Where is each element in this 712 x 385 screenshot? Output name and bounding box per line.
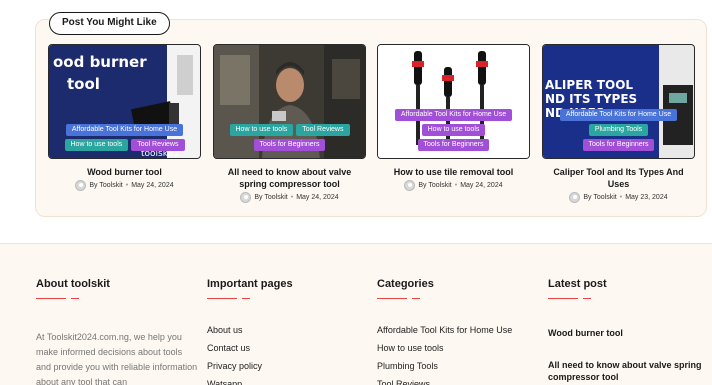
footer-about-text: At Toolskit2024.com.ng, we help you make… bbox=[36, 332, 198, 385]
badge-affordable-tool-kits[interactable]: Affordable Tool Kits for Home Use bbox=[65, 124, 184, 136]
post-card-caliper-tool[interactable]: ALIPER TOOL ND ITS TYPES ND USES Afforda… bbox=[542, 44, 695, 203]
badge-how-to-use-tools[interactable]: How to use tools bbox=[229, 124, 294, 136]
footer-link-watsapp[interactable]: Watsapp bbox=[207, 375, 367, 385]
footer-about-heading: About toolskit bbox=[36, 278, 110, 290]
post-meta: By Toolskit • May 23, 2024 bbox=[542, 192, 695, 203]
thumb-text-line2: ND ITS TYPES bbox=[545, 92, 637, 106]
latest-post-link[interactable]: All need to know about valve spring comp… bbox=[548, 359, 708, 383]
post-thumbnail[interactable]: Affordable Tool Kits for Home Use How to… bbox=[377, 44, 530, 159]
footer-categories-heading: Categories bbox=[377, 278, 434, 290]
post-card-tile-removal[interactable]: Affordable Tool Kits for Home Use How to… bbox=[377, 44, 530, 191]
post-date: May 24, 2024 bbox=[296, 194, 339, 201]
post-meta: By Toolskit • May 24, 2024 bbox=[213, 192, 366, 203]
heading-underline bbox=[207, 298, 367, 299]
post-title[interactable]: All need to know about valve spring comp… bbox=[213, 166, 366, 190]
footer-about-column: About toolskit At Toolskit2024.com.ng, w… bbox=[36, 278, 198, 385]
badge-tools-for-beginners[interactable]: Tools for Beginners bbox=[582, 139, 655, 151]
site-footer: About toolskit At Toolskit2024.com.ng, w… bbox=[0, 243, 712, 385]
badge-tools-for-beginners[interactable]: Tools for Beginners bbox=[253, 139, 326, 151]
badge-tool-reviews[interactable]: Tool Reviews bbox=[296, 124, 350, 136]
meta-separator: • bbox=[290, 194, 294, 201]
author-avatar-icon bbox=[240, 192, 252, 203]
footer-important-heading: Important pages bbox=[207, 278, 293, 290]
meta-separator: • bbox=[619, 194, 623, 201]
author-avatar-icon bbox=[404, 180, 416, 191]
meta-separator: • bbox=[454, 182, 458, 189]
thumb-text-line1: ood burner bbox=[53, 53, 147, 71]
footer-link-privacy-policy[interactable]: Privacy policy bbox=[207, 357, 367, 375]
meta-separator: • bbox=[125, 182, 129, 189]
badge-how-to-use-tools[interactable]: How to use tools bbox=[421, 124, 486, 136]
related-posts-heading: Post You Might Like bbox=[49, 12, 170, 35]
footer-latest-heading: Latest post bbox=[548, 278, 607, 290]
footer-categories-column: Categories Affordable Tool Kits for Home… bbox=[377, 278, 537, 385]
category-badges: Affordable Tool Kits for Home Use How to… bbox=[378, 109, 529, 151]
post-card-valve-spring[interactable]: How to use tools Tool Reviews Tools for … bbox=[213, 44, 366, 203]
post-card-wood-burner[interactable]: ood burner tool toolskit2 Affordable Too… bbox=[48, 44, 201, 191]
post-meta: By Toolskit • May 24, 2024 bbox=[377, 180, 530, 191]
category-badges: How to use tools Tool Reviews Tools for … bbox=[214, 124, 365, 151]
post-author[interactable]: By Toolskit bbox=[254, 194, 287, 201]
post-title[interactable]: Wood burner tool bbox=[48, 166, 201, 178]
footer-category-plumbing[interactable]: Plumbing Tools bbox=[377, 357, 537, 375]
badge-plumbing-tools[interactable]: Plumbing Tools bbox=[588, 124, 649, 136]
author-avatar-icon bbox=[569, 192, 581, 203]
footer-category-reviews[interactable]: Tool Reviews bbox=[377, 375, 537, 385]
post-author[interactable]: By Toolskit bbox=[418, 182, 451, 189]
footer-category-affordable[interactable]: Affordable Tool Kits for Home Use bbox=[377, 321, 537, 339]
post-author[interactable]: By Toolskit bbox=[583, 194, 616, 201]
post-thumbnail[interactable]: ALIPER TOOL ND ITS TYPES ND USES Afforda… bbox=[542, 44, 695, 159]
post-author[interactable]: By Toolskit bbox=[89, 182, 122, 189]
thumb-text-line1: ALIPER TOOL bbox=[545, 78, 633, 92]
post-title[interactable]: Caliper Tool and Its Types And Uses bbox=[542, 166, 695, 190]
footer-link-about-us[interactable]: About us bbox=[207, 321, 367, 339]
post-thumbnail[interactable]: ood burner tool toolskit2 Affordable Too… bbox=[48, 44, 201, 159]
author-avatar-icon bbox=[75, 180, 87, 191]
badge-affordable-tool-kits[interactable]: Affordable Tool Kits for Home Use bbox=[559, 109, 678, 121]
badge-affordable-tool-kits[interactable]: Affordable Tool Kits for Home Use bbox=[394, 109, 513, 121]
footer-important-pages-column: Important pages About us Contact us Priv… bbox=[207, 278, 367, 385]
category-badges: Affordable Tool Kits for Home Use How to… bbox=[49, 124, 200, 151]
latest-post-link[interactable]: Wood burner tool bbox=[548, 327, 708, 339]
badge-how-to-use-tools[interactable]: How to use tools bbox=[64, 139, 129, 151]
heading-underline bbox=[548, 298, 708, 299]
badge-tool-reviews[interactable]: Tool Reviews bbox=[131, 139, 185, 151]
footer-link-contact-us[interactable]: Contact us bbox=[207, 339, 367, 357]
footer-category-how-to-use[interactable]: How to use tools bbox=[377, 339, 537, 357]
footer-latest-post-column: Latest post Wood burner tool All need to… bbox=[548, 278, 708, 385]
badge-tools-for-beginners[interactable]: Tools for Beginners bbox=[417, 139, 490, 151]
post-date: May 23, 2024 bbox=[625, 194, 668, 201]
post-date: May 24, 2024 bbox=[131, 182, 174, 189]
post-title[interactable]: How to use tile removal tool bbox=[377, 166, 530, 178]
heading-underline bbox=[36, 298, 196, 299]
post-date: May 24, 2024 bbox=[460, 182, 503, 189]
heading-underline bbox=[377, 298, 537, 299]
related-posts-section: Post You Might Like ood burner tool tool… bbox=[35, 12, 707, 217]
post-meta: By Toolskit • May 24, 2024 bbox=[48, 180, 201, 191]
category-badges: Affordable Tool Kits for Home Use Plumbi… bbox=[543, 109, 694, 151]
post-thumbnail[interactable]: How to use tools Tool Reviews Tools for … bbox=[213, 44, 366, 159]
thumb-text-line2: tool bbox=[67, 75, 100, 93]
